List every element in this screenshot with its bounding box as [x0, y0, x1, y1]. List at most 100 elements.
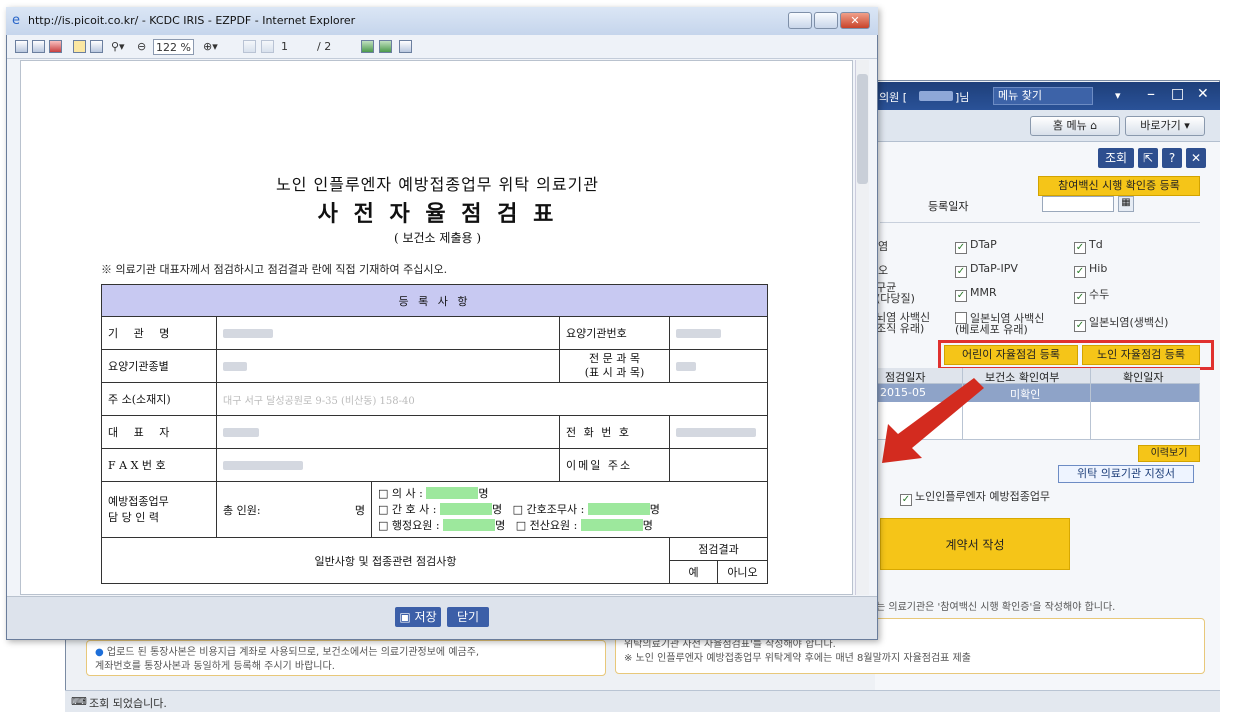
result-header: 점검결과	[669, 537, 768, 561]
zoom-out-icon[interactable]: ⊖	[137, 39, 146, 55]
label-rep: 대 표 자	[101, 415, 217, 449]
ie-icon: e	[12, 13, 20, 28]
save-label: 저장	[414, 610, 437, 624]
pdf-icon[interactable]	[49, 40, 62, 53]
save-icon[interactable]	[15, 40, 28, 53]
history-button[interactable]: 이력보기	[1138, 445, 1200, 462]
pdf-document-view[interactable]: 노인 인플루엔자 예방접종업무 위탁 의료기관 사 전 자 율 점 검 표 ( …	[20, 60, 853, 595]
vaccine-checkbox-je-vero[interactable]: 일본뇌염 사백신 (베로세포 유래)	[955, 312, 1044, 335]
doc-note: ※ 의료기관 대표자께서 점검하시고 점검결과 란에 직접 기재하여 주십시오.	[101, 263, 448, 276]
app-titlebar: 의원 [ ]님 메뉴 찾기 ▾ – □ ✕	[875, 82, 1220, 110]
minimize-icon[interactable]	[788, 12, 812, 29]
app-toolbar: 홈 메뉴 ⌂ 바로가기 ▾	[875, 110, 1220, 142]
vaccine-label-partial-3: 구균 (다당질)	[876, 281, 915, 305]
status-text: 조회 되었습니다.	[89, 697, 167, 710]
menu-dropdown-icon[interactable]: ▾	[1115, 89, 1121, 102]
label-address: 주 소(소재지)	[101, 382, 217, 416]
first-page-icon[interactable]	[243, 40, 256, 53]
vaccine-checkbox-mmr[interactable]: ✓ MMR	[955, 286, 997, 302]
close-icon[interactable]: ✕	[1197, 86, 1209, 102]
page-input[interactable]: 1	[281, 39, 311, 55]
vaccine-label-partial-2: 오	[878, 264, 889, 277]
section2-header: 일반사항 및 접종관련 점검사항	[101, 537, 670, 584]
pdf-bottom-bar: ▣ 저장 닫기	[7, 596, 877, 639]
print-icon[interactable]	[32, 40, 45, 53]
home-menu-label: 홈 메뉴	[1052, 119, 1087, 132]
status-bar: ⌨ 조회 되었습니다.	[65, 690, 1220, 712]
registration-table: 등 록 사 항 기 관 명 요양기관번호 요양기관종별 전 문 과 목 (표 시…	[101, 284, 768, 584]
value-type	[216, 349, 560, 383]
minimize-icon[interactable]: –	[1147, 84, 1155, 103]
grid-col-confirm-date: 확인일자	[1123, 371, 1164, 384]
shortcut-button[interactable]: 바로가기 ▾	[1125, 116, 1205, 136]
label-specialty: 전 문 과 목 (표 시 과 목)	[559, 349, 670, 383]
grid-col-divider	[1090, 368, 1091, 440]
info-icon: ●	[95, 647, 107, 658]
label-fax: F A X 번 호	[101, 448, 217, 482]
grid-col-confirm: 보건소 확인여부	[985, 371, 1060, 384]
vaccine-checkbox-td[interactable]: ✓ Td	[1074, 238, 1103, 254]
value-email	[669, 448, 768, 482]
doc-title: 사 전 자 율 점 검 표	[317, 201, 558, 227]
close-icon[interactable]: ✕	[840, 12, 870, 29]
value-address: 대구 서구 달성공원로 9-35 (비산동) 158-40	[216, 382, 768, 416]
staff-doctor: □ 의 사 : 명	[378, 486, 489, 500]
label-type: 요양기관종별	[101, 349, 217, 383]
maximize-icon[interactable]: □	[1171, 86, 1184, 102]
scrollbar-thumb[interactable]	[857, 74, 868, 184]
close-button[interactable]: 닫기	[447, 607, 489, 627]
reg-date-label: 등록일자	[928, 200, 969, 213]
query-button[interactable]: 조회	[1098, 148, 1134, 168]
staff-nurse: □ 간 호 사 : 명 □ 간호조무사 : 명	[378, 502, 660, 516]
value-specialty	[669, 349, 768, 383]
section-header: 등 록 사 항	[101, 284, 768, 317]
designation-button[interactable]: 위탁 의료기관 지정서	[1058, 465, 1194, 483]
next-page-icon[interactable]	[361, 40, 374, 53]
doc-heading: 노인 인플루엔자 예방접종업무 위탁 의료기관	[275, 175, 600, 194]
menu-search-input[interactable]: 메뉴 찾기	[993, 87, 1093, 105]
label-code: 요양기관번호	[559, 316, 670, 350]
doc-subtitle: ( 보건소 제출용 )	[393, 231, 482, 245]
value-tel	[669, 415, 768, 449]
value-rep	[216, 415, 560, 449]
contract-button[interactable]: 계약서 작성	[880, 518, 1070, 570]
divider	[880, 222, 1200, 223]
vaccine-checkbox-hib[interactable]: ✓ Hib	[1074, 262, 1107, 278]
hand-tool-icon[interactable]	[73, 40, 86, 53]
home-menu-button[interactable]: 홈 메뉴 ⌂	[1030, 116, 1120, 136]
label-email: 이메일 주소	[559, 448, 670, 482]
help-icon[interactable]: ?	[1162, 148, 1182, 168]
user-name-redacted	[919, 91, 953, 101]
zoom-input[interactable]: 122 %	[153, 39, 194, 55]
pdf-scrollbar[interactable]	[855, 60, 869, 595]
zoom-icon[interactable]: ⚲▾	[111, 39, 125, 55]
floppy-icon: ▣	[399, 610, 415, 624]
staff-breakdown: □ 의 사 : 명 □ 간 호 사 : 명 □ 간호조무사 : 명 □ 행정요원…	[371, 481, 768, 538]
pdf-window-title: http://is.picoit.co.kr/ - KCDC IRIS - EZ…	[28, 14, 356, 27]
label-staff: 예방접종업무 담 당 인 력	[101, 481, 217, 538]
maximize-icon[interactable]	[814, 12, 838, 29]
vaccine-label-partial-1: 염	[878, 240, 889, 253]
participation-cert-button[interactable]: 참여백신 시행 확인증 등록	[1038, 176, 1200, 196]
vaccine-checkbox-varicella[interactable]: ✓ 수두	[1074, 286, 1109, 304]
zoom-in-icon[interactable]: ⊕▾	[203, 39, 218, 55]
reg-date-input[interactable]	[1042, 196, 1114, 212]
vaccine-checkbox-dtap[interactable]: ✓ DTaP	[955, 238, 997, 254]
red-arrow-icon	[882, 378, 984, 463]
last-page-icon[interactable]	[379, 40, 392, 53]
select-tool-icon[interactable]	[90, 40, 103, 53]
calendar-icon[interactable]: ▦	[1118, 196, 1134, 212]
info-box-left: ● 업로드 된 통장사본은 비용지급 계좌로 사용되므로, 보건소에서는 의료기…	[86, 640, 606, 676]
user-label-prefix: 의원 [	[879, 91, 908, 104]
save-button[interactable]: ▣ 저장	[395, 607, 441, 627]
chevron-down-icon: ▾	[1184, 119, 1190, 132]
home-icon: ⌂	[1090, 119, 1098, 132]
prev-page-icon[interactable]	[261, 40, 274, 53]
influenza-checkbox[interactable]: ✓ 노인인플루엔자 예방접종업무	[900, 488, 1050, 506]
vaccine-checkbox-je-live[interactable]: ✓ 일본뇌염(생백신)	[1074, 314, 1168, 332]
thumbnail-icon[interactable]	[399, 40, 412, 53]
close-panel-icon[interactable]: ✕	[1186, 148, 1206, 168]
vaccine-label-partial-4: 뇌염 사백신 조직 유래)	[876, 311, 931, 335]
export-icon[interactable]: ⇱	[1138, 148, 1158, 168]
vaccine-checkbox-dtap-ipv[interactable]: ✓ DTaP-IPV	[955, 262, 1018, 278]
